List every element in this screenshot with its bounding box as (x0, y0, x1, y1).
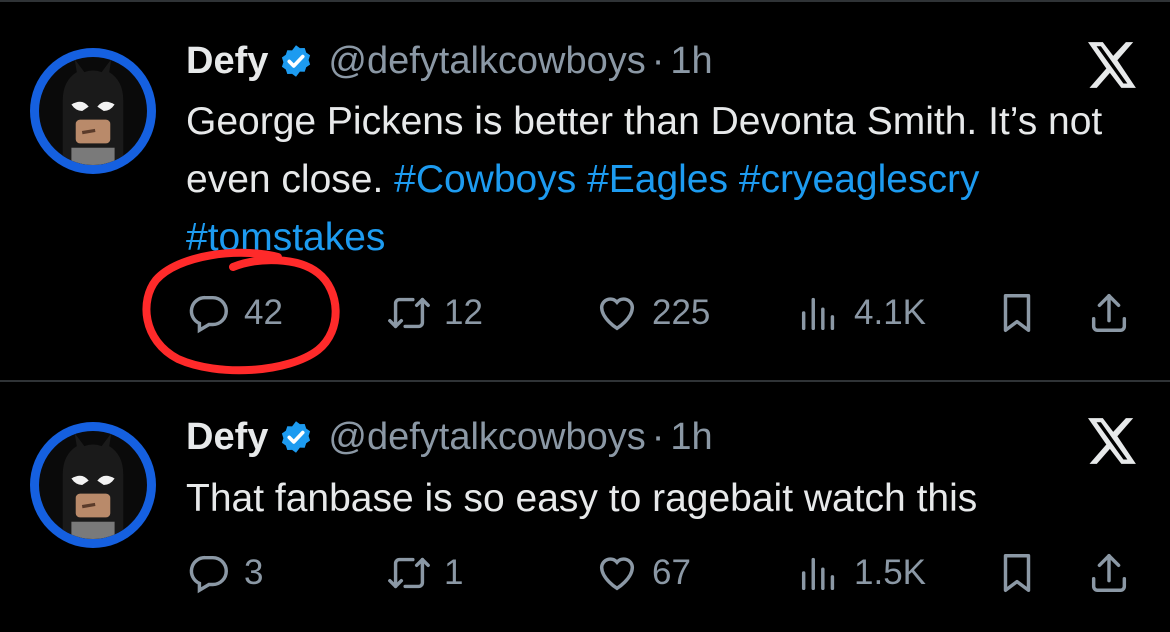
hashtag-link[interactable]: #Cowboys (394, 158, 576, 201)
tweet-body: That fanbase is so easy to ragebait watc… (186, 477, 978, 520)
action-bar: 3 1 67 1.5K (186, 548, 1146, 598)
repost-count: 1 (444, 553, 464, 592)
tweet-1[interactable]: Defy @defytalkcowboys · 1h George Picken… (0, 0, 1170, 380)
batman-avatar-icon (62, 59, 124, 165)
hashtag-link[interactable]: #cryeaglescry (739, 158, 980, 201)
reply-button[interactable]: 42 (186, 288, 283, 338)
views-icon (801, 297, 835, 331)
reply-count: 3 (244, 553, 264, 592)
like-count: 225 (652, 293, 711, 332)
separator: · (651, 39, 665, 82)
bookmark-button[interactable] (994, 548, 1040, 598)
verified-badge-icon (282, 421, 311, 453)
reply-count: 42 (244, 293, 283, 332)
views-button[interactable]: 1.5K (796, 548, 926, 598)
display-name[interactable]: Defy (186, 40, 268, 83)
share-button[interactable] (1086, 548, 1132, 598)
bookmark-icon (1003, 554, 1031, 592)
reply-icon (189, 555, 228, 594)
x-logo-icon (1088, 42, 1136, 88)
verified-badge-icon (282, 45, 311, 77)
x-logo-icon (1088, 418, 1136, 464)
timestamp[interactable]: 1h (670, 40, 712, 83)
handle[interactable]: @defytalkcowboys (328, 416, 645, 459)
like-count: 67 (652, 553, 691, 592)
action-bar: 42 12 225 4.1K (186, 288, 1146, 338)
heart-icon (599, 557, 635, 591)
share-button[interactable] (1086, 288, 1132, 338)
like-button[interactable]: 67 (594, 548, 691, 598)
views-icon (801, 557, 835, 591)
avatar[interactable] (30, 48, 156, 174)
bookmark-button[interactable] (994, 288, 1040, 338)
views-count: 4.1K (854, 293, 926, 332)
repost-icon (388, 297, 430, 329)
like-button[interactable]: 225 (594, 288, 710, 338)
repost-button[interactable]: 1 (386, 548, 463, 598)
avatar[interactable] (30, 422, 156, 548)
tweet-text: George Pickens is better than Devonta Sm… (186, 93, 1146, 267)
tweet-header: Defy @defytalkcowboys · 1h (186, 38, 713, 84)
batman-avatar-icon (62, 433, 124, 539)
reply-button[interactable]: 3 (186, 548, 263, 598)
tweet-header: Defy @defytalkcowboys · 1h (186, 414, 713, 460)
share-icon (1091, 554, 1127, 592)
hashtag-link[interactable]: #tomstakes (186, 216, 385, 259)
bookmark-icon (1003, 294, 1031, 332)
share-icon (1091, 294, 1127, 332)
tweet-text: That fanbase is so easy to ragebait watc… (186, 470, 1146, 528)
timestamp[interactable]: 1h (670, 416, 712, 459)
heart-icon (599, 297, 635, 331)
views-count: 1.5K (854, 553, 926, 592)
separator: · (651, 415, 665, 458)
views-button[interactable]: 4.1K (796, 288, 926, 338)
repost-count: 12 (444, 293, 483, 332)
repost-button[interactable]: 12 (386, 288, 483, 338)
tweet-2[interactable]: Defy @defytalkcowboys · 1h That fanbase … (0, 382, 1170, 632)
handle[interactable]: @defytalkcowboys (328, 40, 645, 83)
reply-icon (189, 295, 228, 334)
hashtag-link[interactable]: #Eagles (587, 158, 728, 201)
display-name[interactable]: Defy (186, 416, 268, 459)
repost-icon (388, 557, 430, 589)
